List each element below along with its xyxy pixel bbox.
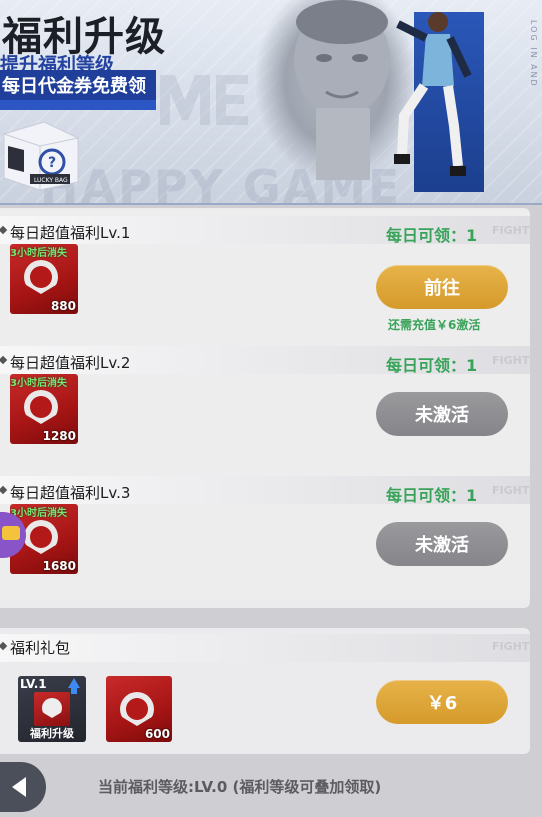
lucky-bag-icon: ? LUCKY BAG — [0, 116, 80, 192]
inactive-button[interactable]: 未激活 — [376, 392, 508, 436]
voucher-amount: 1680 — [42, 559, 76, 573]
fight-watermark: FIGHT — [492, 224, 530, 237]
card-title: 每日超值福利Lv.1 — [10, 224, 131, 242]
voucher-shield-icon — [24, 260, 58, 294]
gift-pack-section: 福利礼包 FIGHT LV.1 福利升级 600 ￥6 — [0, 628, 530, 754]
item-level: LV.1 — [20, 677, 47, 691]
welfare-card-lv1: 每日超值福利Lv.1 每日可领：1 FIGHT 3小时后消失 880 前往 还需… — [0, 210, 530, 340]
go-button[interactable]: 前往 — [376, 265, 508, 309]
welfare-card-lv3: 每日超值福利Lv.3 每日可领：1 FIGHT 3小时后消失 1680 未激活 — [0, 470, 530, 600]
current-level-text: 当前福利等级:LV.0 (福利等级可叠加领取) — [98, 778, 382, 796]
voucher-expiry-tag: 3小时后消失 — [10, 378, 67, 389]
daily-claim-count: 每日可领：1 — [386, 356, 478, 375]
fight-watermark: FIGHT — [492, 484, 530, 497]
upgrade-arrow-stem — [71, 688, 77, 694]
voucher-expiry-tag: 3小时后消失 — [10, 248, 67, 259]
voucher-expiry-tag: 3小时后消失 — [10, 508, 67, 519]
buy-price-button[interactable]: ￥6 — [376, 680, 508, 724]
fight-watermark: FIGHT — [492, 640, 530, 653]
footer-bar: 当前福利等级:LV.0 (福利等级可叠加领取) — [0, 758, 542, 817]
daily-claim-count: 每日可领：1 — [386, 226, 478, 245]
player-figure — [388, 6, 474, 186]
gift-title: 福利礼包 — [10, 639, 71, 657]
daily-claim-count: 每日可领：1 — [386, 486, 478, 505]
fight-watermark: FIGHT — [492, 354, 530, 367]
voucher-shield-icon — [34, 692, 70, 726]
activation-hint: 还需充值￥6激活 — [388, 318, 481, 332]
voucher-shield-icon — [120, 692, 154, 726]
voucher-amount: 880 — [50, 299, 76, 313]
banner-watermark-shape — [160, 70, 250, 144]
card-title: 每日超值福利Lv.2 — [10, 354, 131, 372]
back-button[interactable] — [0, 762, 46, 812]
inactive-button[interactable]: 未激活 — [376, 522, 508, 566]
card-title: 每日超值福利Lv.3 — [10, 484, 131, 502]
lucky-bag-label: LUCKY BAG — [34, 177, 68, 184]
welfare-panel: 每日超值福利Lv.1 每日可领：1 FIGHT 3小时后消失 880 前往 还需… — [0, 208, 530, 608]
gift-header — [0, 634, 530, 662]
banner-subtitle-2: 每日代金券免费领 — [2, 76, 146, 97]
svg-text:?: ? — [48, 155, 56, 171]
voucher-shield-icon — [24, 390, 58, 424]
voucher-amount: 600 — [144, 727, 170, 741]
banner-side-text: LOG IN AND — [529, 20, 538, 88]
level-up-item[interactable]: LV.1 福利升级 — [18, 676, 86, 742]
upgrade-arrow-icon — [68, 678, 80, 688]
welfare-card-lv2: 每日超值福利Lv.2 每日可领：1 FIGHT 3小时后消失 1280 未激活 — [0, 340, 530, 470]
back-arrow-icon — [12, 777, 26, 797]
voucher-item[interactable]: 3小时后消失 1280 — [10, 374, 78, 444]
banner-subtitle-highlight: 每日代金券免费领 — [0, 70, 156, 110]
item-caption: 福利升级 — [30, 727, 74, 740]
voucher-amount: 1280 — [42, 429, 76, 443]
voucher-item[interactable]: 600 — [106, 676, 172, 742]
banner-subtitle-strip — [0, 100, 156, 110]
voucher-item[interactable]: 3小时后消失 880 — [10, 244, 78, 314]
voucher-shield-icon — [24, 520, 58, 554]
promo-banner: HAPPY GAME LOG IN AND 福利升级 提升福利等级 每日代金券免… — [0, 0, 542, 205]
